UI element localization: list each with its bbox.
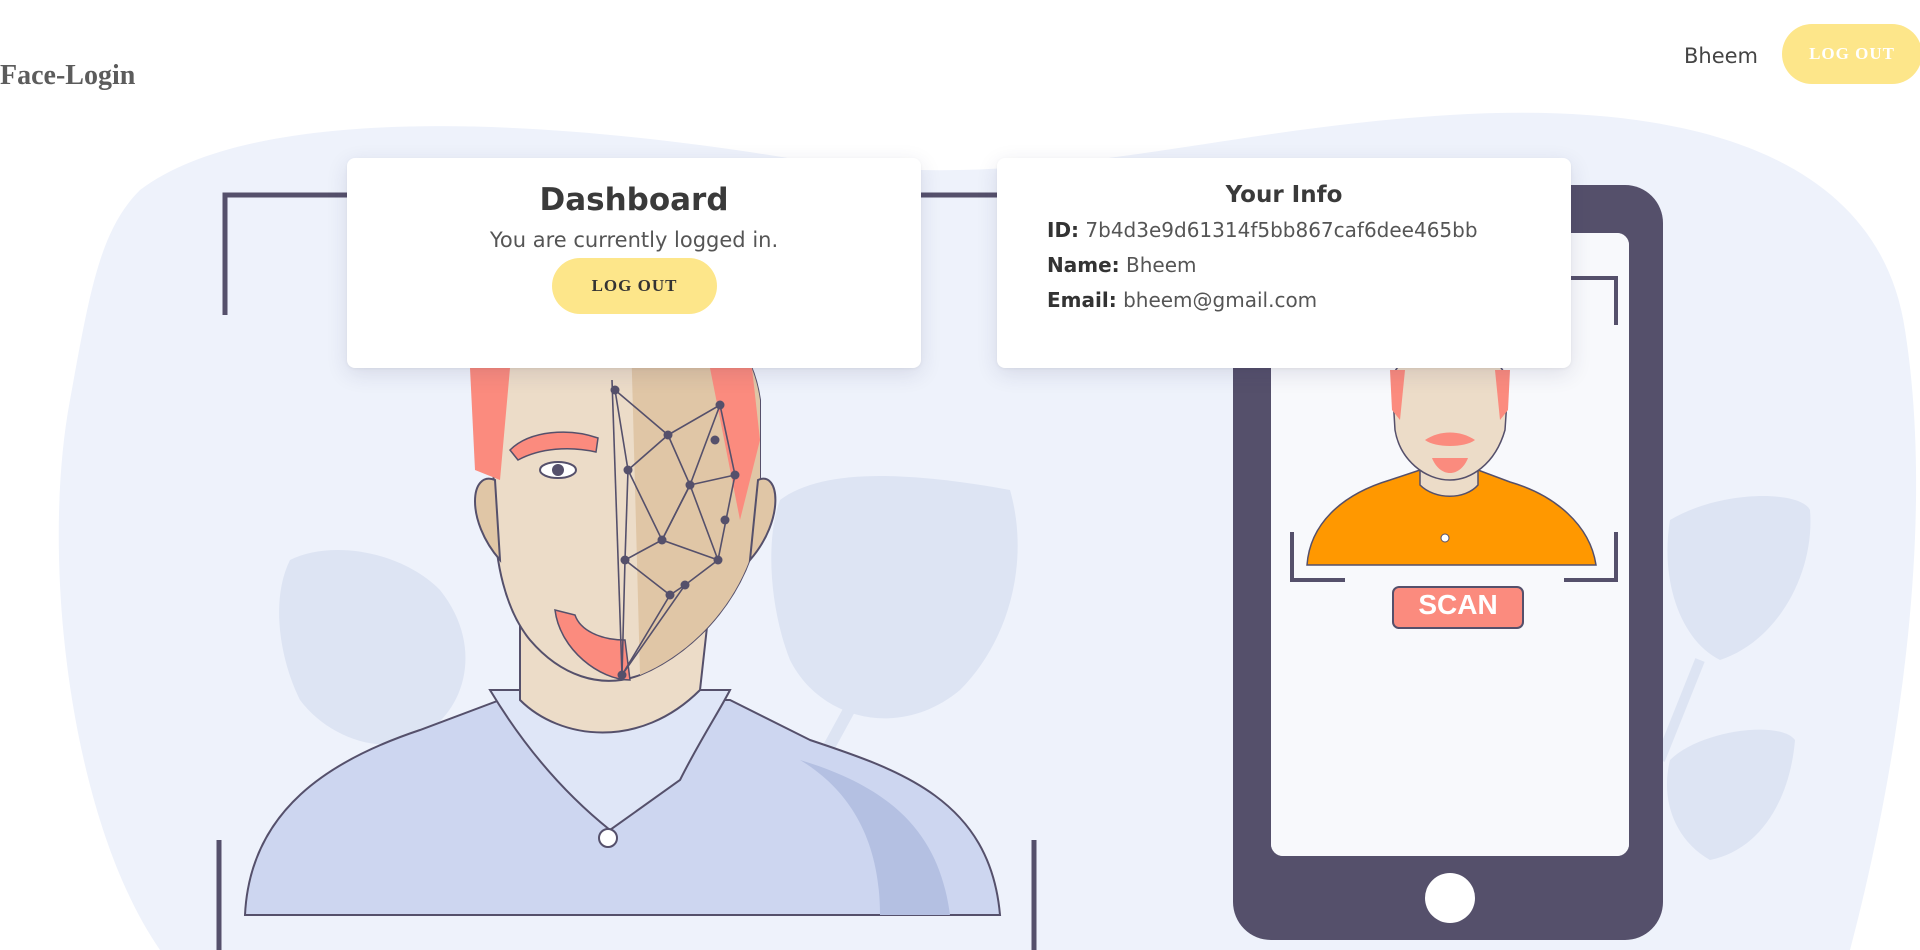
info-title: Your Info [1225,182,1343,208]
email-label: Email: [1047,288,1117,312]
email-value: bheem@gmail.com [1123,288,1318,312]
info-row-name: Name: Bheem [1047,253,1197,277]
brand-title[interactable]: Face-Login [0,60,135,92]
scan-label: SCAN [1418,589,1498,620]
face-recognition-illustration [58,112,1917,950]
login-status-text: You are currently logged in. [489,228,779,252]
id-value: 7b4d3e9d61314f5bb867caf6dee465bb [1085,218,1478,242]
name-value: Bheem [1126,253,1197,277]
dashboard-logout-button[interactable]: LOG OUT [552,258,717,314]
header-logout-button[interactable]: LOG OUT [1782,24,1920,84]
info-row-email: Email: bheem@gmail.com [1047,288,1317,312]
dashboard-title: Dashboard [539,182,729,218]
info-row-id: ID: 7b4d3e9d61314f5bb867caf6dee465bb [1047,218,1478,242]
dashboard-card: Dashboard You are currently logged in. L… [347,158,921,368]
user-info-card: Your Info ID: 7b4d3e9d61314f5bb867caf6de… [997,158,1571,368]
nav-username: Bheem [1684,44,1759,68]
name-label: Name: [1047,253,1120,277]
id-label: ID: [1047,218,1080,242]
phone-home-button-icon [1425,873,1475,923]
